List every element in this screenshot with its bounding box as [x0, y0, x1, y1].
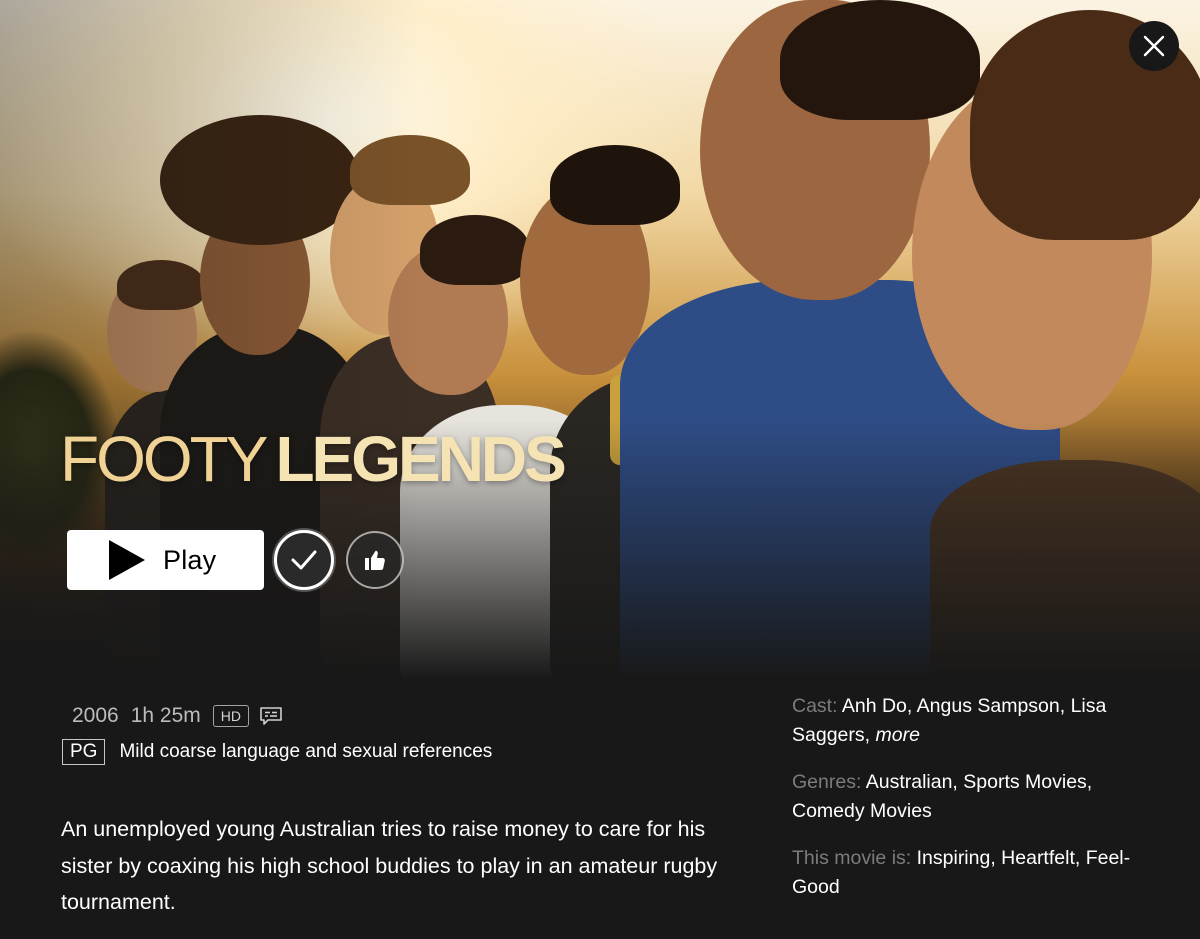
- release-year: 2006: [72, 704, 119, 727]
- details-panel: Cast: Anh Do, Angus Sampson, Lisa Sagger…: [792, 692, 1152, 920]
- my-list-button[interactable]: [274, 530, 334, 590]
- title-details-modal: FOOTY LEGENDS Play 2006 1h 25m HD PG Mil…: [0, 0, 1200, 939]
- subtitles-icon: [260, 707, 282, 725]
- cast-label: Cast:: [792, 695, 838, 717]
- play-label: Play: [163, 544, 217, 575]
- title-word-2: LEGENDS: [275, 423, 566, 495]
- thumbs-up-icon: [365, 550, 385, 570]
- cast-list: Anh Do, Angus Sampson, Lisa Saggers,: [792, 695, 1107, 746]
- maturity-rating-row: PG Mild coarse language and sexual refer…: [62, 739, 492, 765]
- title-word-1: FOOTY: [60, 423, 268, 495]
- rate-button[interactable]: [346, 531, 404, 589]
- close-icon: [1143, 35, 1165, 57]
- cast-info: Cast: Anh Do, Angus Sampson, Lisa Sagger…: [792, 692, 1152, 749]
- hd-badge: HD: [212, 705, 249, 727]
- tags-label: This movie is:: [792, 847, 912, 869]
- title-logo: FOOTY LEGENDS: [60, 423, 567, 495]
- play-icon: [109, 540, 145, 580]
- cast-more-link[interactable]: more: [875, 724, 919, 746]
- genres-label: Genres:: [792, 771, 862, 793]
- checkmark-icon: [291, 550, 317, 570]
- genres-info: Genres: Australian, Sports Movies, Comed…: [792, 768, 1152, 825]
- tags-info: This movie is: Inspiring, Heartfelt, Fee…: [792, 844, 1152, 901]
- hero-artwork: FOOTY LEGENDS Play: [0, 0, 1200, 680]
- metadata-row: 2006 1h 25m HD: [72, 704, 283, 728]
- close-button[interactable]: [1129, 21, 1179, 71]
- synopsis: An unemployed young Australian tries to …: [61, 817, 718, 914]
- play-button[interactable]: Play: [67, 530, 264, 590]
- maturity-rating-badge: PG: [62, 739, 106, 765]
- runtime: 1h 25m: [130, 704, 201, 727]
- action-buttons: Play: [67, 530, 404, 590]
- maturity-rating-reason: Mild coarse language and sexual referenc…: [119, 741, 493, 762]
